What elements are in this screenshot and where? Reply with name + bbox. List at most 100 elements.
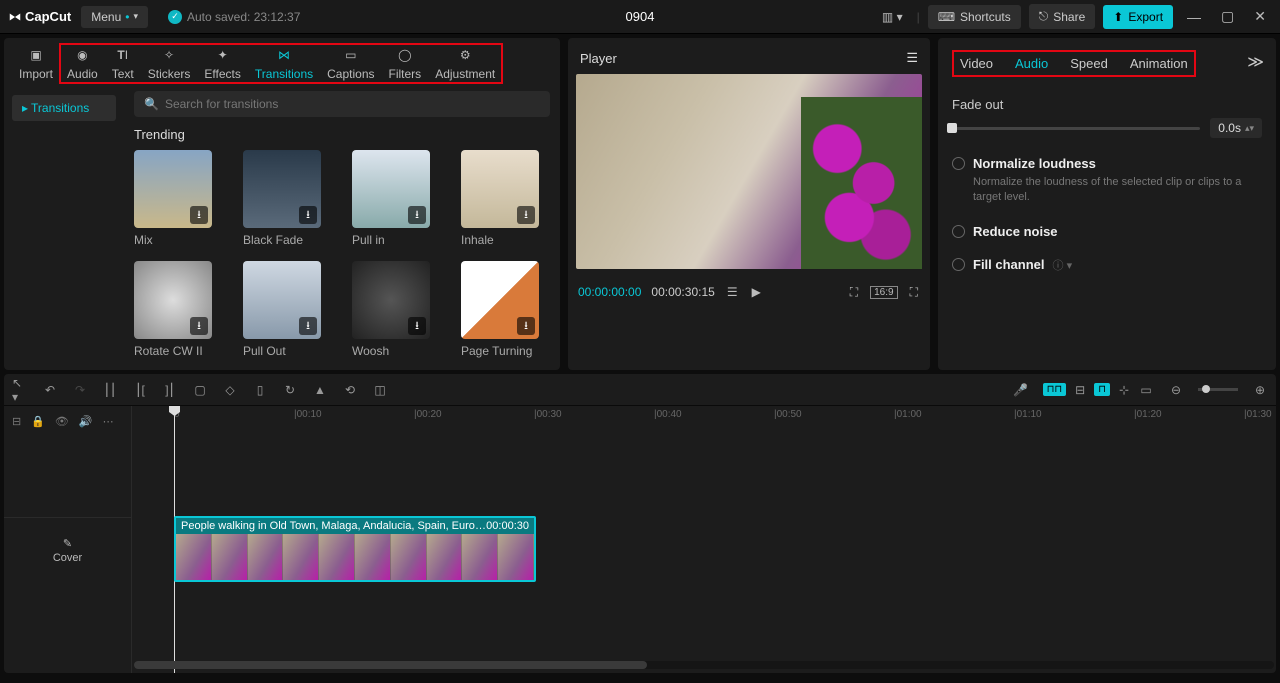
- transitions-tool[interactable]: ⋈Transitions: [248, 44, 320, 83]
- stickers-icon: ✧: [160, 46, 178, 64]
- download-icon[interactable]: ⭳: [299, 206, 317, 224]
- download-icon[interactable]: ⭳: [190, 317, 208, 335]
- export-button[interactable]: ⬆Export: [1103, 5, 1173, 29]
- reverse-icon[interactable]: ↻: [282, 382, 298, 398]
- timeline-ruler[interactable]: 0 |00:10 |00:20 |00:30 |00:40 |00:50 |01…: [132, 406, 1276, 428]
- reducenoise-checkbox[interactable]: [952, 225, 965, 238]
- minimize-button[interactable]: —: [1181, 9, 1207, 25]
- shortcuts-button[interactable]: ⌨Shortcuts: [928, 5, 1021, 29]
- mirror-icon[interactable]: ▲: [312, 382, 328, 398]
- filters-tool[interactable]: ◯Filters: [382, 44, 429, 83]
- crop-icon[interactable]: ◫: [372, 382, 388, 398]
- download-icon[interactable]: ⭳: [517, 206, 535, 224]
- snap-icon[interactable]: ⊹: [1116, 382, 1132, 398]
- edit-icon: ✎: [63, 537, 72, 550]
- split-left-icon[interactable]: ⎮[: [132, 382, 148, 398]
- maximize-button[interactable]: ▢: [1215, 8, 1240, 25]
- redo-icon[interactable]: ↷: [72, 382, 88, 398]
- tab-video[interactable]: Video: [960, 56, 993, 71]
- import-tool[interactable]: ▣ Import: [12, 44, 60, 83]
- expand-icon[interactable]: ≫: [1247, 52, 1264, 72]
- download-icon[interactable]: ⭳: [408, 206, 426, 224]
- asset-panel: ▣ Import ◉Audio TIText ✧Stickers ✦Effect…: [4, 38, 560, 370]
- captions-icon: ▭: [342, 46, 360, 64]
- filters-icon: ◯: [396, 46, 414, 64]
- marker-icon[interactable]: ◇: [222, 382, 238, 398]
- track-mute-icon[interactable]: 🔊: [79, 415, 93, 428]
- rotate-icon[interactable]: ⟲: [342, 382, 358, 398]
- download-icon[interactable]: ⭳: [408, 317, 426, 335]
- stickers-tool[interactable]: ✧Stickers: [141, 44, 198, 83]
- track-collapse-icon[interactable]: ⊟: [12, 415, 21, 428]
- delete-icon[interactable]: ▢: [192, 382, 208, 398]
- effects-tool[interactable]: ✦Effects: [197, 44, 247, 83]
- download-icon[interactable]: ⭳: [190, 206, 208, 224]
- captions-tool[interactable]: ▭Captions: [320, 44, 381, 83]
- track-eye-icon[interactable]: 👁: [55, 415, 69, 428]
- player-title: Player: [580, 51, 617, 66]
- logo-icon: [8, 10, 22, 24]
- side-nav: ▸ Transitions: [4, 87, 124, 370]
- fadeout-slider[interactable]: [952, 127, 1200, 130]
- frame-icon[interactable]: ▯: [252, 382, 268, 398]
- fullscreen-icon[interactable]: ⛶: [908, 283, 920, 302]
- close-button[interactable]: ✕: [1248, 8, 1272, 25]
- zoom-out-icon[interactable]: ⊖: [1168, 382, 1184, 398]
- transition-card[interactable]: ⭳Rotate CW II: [134, 261, 212, 358]
- text-icon: TI: [114, 46, 132, 64]
- layout-button[interactable]: ▥ ▾: [876, 6, 909, 28]
- player-menu-icon[interactable]: ☰: [906, 50, 918, 66]
- fadeout-label: Fade out: [952, 97, 1262, 112]
- track-more-icon[interactable]: ⋯: [103, 415, 114, 428]
- share-button[interactable]: ⎋Share: [1029, 4, 1096, 29]
- zoom-slider[interactable]: [1198, 388, 1238, 391]
- transition-card[interactable]: ⭳Pull in: [352, 150, 430, 247]
- normalize-hint: Normalize the loudness of the selected c…: [973, 175, 1262, 206]
- upload-icon: ⬆: [1113, 10, 1123, 24]
- link-icon[interactable]: ⊓: [1094, 383, 1110, 396]
- split-right-icon[interactable]: ]⎮: [162, 382, 178, 398]
- transition-card[interactable]: ⭳Woosh: [352, 261, 430, 358]
- tools-highlight: ◉Audio TIText ✧Stickers ✦Effects ⋈Transi…: [60, 44, 502, 83]
- transition-card[interactable]: ⭳Page Turning: [461, 261, 539, 358]
- transition-card[interactable]: ⭳Black Fade: [243, 150, 321, 247]
- cursor-icon[interactable]: ↖ ▾: [12, 382, 28, 398]
- text-tool[interactable]: TIText: [105, 44, 141, 83]
- track-lock-icon[interactable]: 🔒: [31, 415, 45, 428]
- normalize-checkbox[interactable]: [952, 157, 965, 170]
- split-icon[interactable]: ⎮⎮: [102, 382, 118, 398]
- fadeout-value[interactable]: 0.0s▴▾: [1210, 118, 1262, 138]
- audio-tool[interactable]: ◉Audio: [60, 44, 105, 83]
- zoom-in-icon[interactable]: ⊕: [1252, 382, 1268, 398]
- adjustment-tool[interactable]: ⚙Adjustment: [428, 44, 502, 83]
- fillchannel-checkbox[interactable]: [952, 258, 965, 271]
- download-icon[interactable]: ⭳: [517, 317, 535, 335]
- download-icon[interactable]: ⭳: [299, 317, 317, 335]
- aspect-ratio[interactable]: 16:9: [870, 286, 897, 299]
- list-icon[interactable]: ☰: [725, 283, 740, 301]
- project-title: 0904: [626, 9, 655, 24]
- timeline-tracks[interactable]: 0 |00:10 |00:20 |00:30 |00:40 |00:50 |01…: [132, 406, 1276, 673]
- video-preview[interactable]: [576, 74, 922, 269]
- align-icon[interactable]: ⊟: [1072, 382, 1088, 398]
- transition-card[interactable]: ⭳Pull Out: [243, 261, 321, 358]
- properties-panel: ≫ Video Audio Speed Animation Fade out 0…: [938, 38, 1276, 370]
- undo-icon[interactable]: ↶: [42, 382, 58, 398]
- scale-icon[interactable]: ⛶: [848, 283, 860, 302]
- transition-card[interactable]: ⭳Inhale: [461, 150, 539, 247]
- play-button[interactable]: ▶: [750, 283, 763, 301]
- timeline-scrollbar[interactable]: [134, 661, 1274, 669]
- tab-audio[interactable]: Audio: [1015, 56, 1048, 71]
- preview-icon[interactable]: ▭: [1138, 382, 1154, 398]
- mic-icon[interactable]: 🎤: [1013, 382, 1029, 398]
- search-input[interactable]: 🔍 Search for transitions: [134, 91, 550, 117]
- cover-button[interactable]: ✎ Cover: [4, 517, 131, 583]
- side-nav-transitions[interactable]: ▸ Transitions: [12, 95, 116, 121]
- tab-animation[interactable]: Animation: [1130, 56, 1188, 71]
- tabs-highlight: Video Audio Speed Animation: [954, 52, 1194, 75]
- transition-card[interactable]: ⭳Mix: [134, 150, 212, 247]
- video-clip[interactable]: People walking in Old Town, Malaga, Anda…: [174, 516, 536, 582]
- menu-button[interactable]: Menu•▾: [81, 6, 148, 28]
- tab-speed[interactable]: Speed: [1070, 56, 1108, 71]
- magnet-on-icon[interactable]: ⊓⊓: [1043, 383, 1067, 396]
